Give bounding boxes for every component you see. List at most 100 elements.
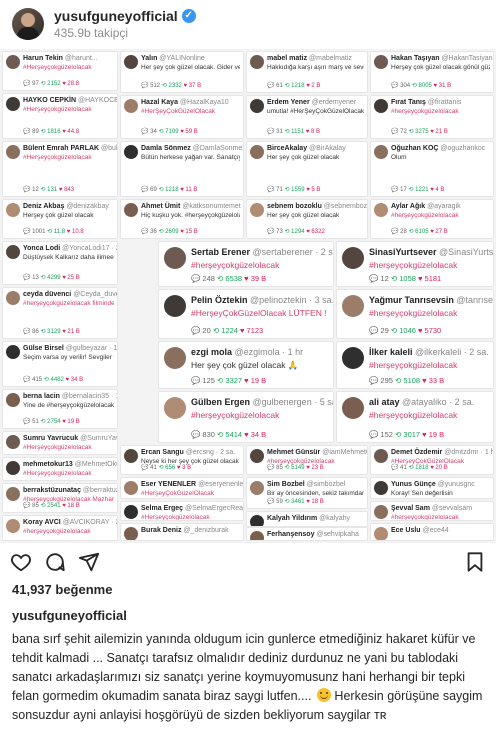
caption: bana sırf şehit ailemizin yanında oldugu… xyxy=(12,630,486,725)
tweet-avatar xyxy=(6,393,20,407)
tweet-avatar xyxy=(374,145,388,159)
tweet-stats: 💬 97 ⟲ 2152 ♥ 28.8 xyxy=(23,81,80,87)
tweet-author: ezgi mola @ezgimola · 1 hr xyxy=(191,347,304,357)
tweet-avatar xyxy=(6,245,20,259)
tweet-text: Koray! Sen değerlisin xyxy=(391,490,453,497)
tweet-stats: 💬 512 ⟲ 2332 ♥ 37 B xyxy=(141,83,202,89)
post-image[interactable]: Harun Tekin @harunt... #Herşeyçokgüzelola… xyxy=(0,49,496,543)
tweet-avatar xyxy=(6,487,20,501)
tweet-author: Harun Tekin @harunt... xyxy=(23,55,98,62)
tweet-avatar xyxy=(250,481,264,495)
tweet-author: ceyda düvenci @Ceyda_duvenci xyxy=(23,291,117,298)
tweet-stats: 💬 73 ⟲ 1294 ♥ 6322 xyxy=(267,229,325,235)
share-icon[interactable] xyxy=(78,551,100,573)
tweet-author: ali atay @atayaliko · 2 sa. xyxy=(369,397,475,407)
tweet-avatar xyxy=(250,55,264,69)
tweet-author: Şevval Sam @sevvalsam xyxy=(391,505,473,512)
tweet-handle: @bernalacin35 · 1 hr xyxy=(61,393,117,400)
tweet-card: mabel matiz @mabelmatiz Hakkıdığa karşı a… xyxy=(246,51,368,93)
tweet-text: #herşeyçokgüzelolacak xyxy=(391,212,459,219)
tweet-stats: 💬 304 ⟲ 8005 ♥ 31 B xyxy=(391,83,452,89)
avatar[interactable] xyxy=(12,8,44,40)
tweet-stats: 💬 17 ⟲ 1221 ♥ 4 B xyxy=(391,187,445,193)
tweet-stats: 💬 59 ⟲ 3461 ♥ 18 B xyxy=(267,499,324,505)
tweet-stats: 💬 41 ⟲ 1818 ♥ 20 B xyxy=(391,465,448,471)
tweet-card: Ercan Sangu @ercsng · 2 sa. Neyse ki her … xyxy=(120,445,244,475)
tweet-card: Damla Sönmez @DamlaSonmez Bütün herkese y… xyxy=(120,141,244,197)
tweet-handle: @harunt... xyxy=(64,55,98,62)
tweet-handle: @AVCIKORAY · 2 sa. xyxy=(62,519,117,526)
tweet-author: Eser YENENLER @eseryenenler xyxy=(141,481,244,488)
tweet-avatar xyxy=(374,203,388,217)
tweet-handle: @ece44 xyxy=(422,527,449,534)
tweet-card: Yağmur Tanrısevsin @tanrısevsin · 2 sa. #… xyxy=(336,289,494,339)
tweet-card: Gülse Birsel @gulbeyazar · 1 hr Seçim var… xyxy=(2,341,118,387)
tweet-card: Erdem Yener @erdemyener umutla! #HerŞeyÇo… xyxy=(246,95,368,139)
heart-icon[interactable] xyxy=(10,551,32,573)
tweet-author: Pelin Öztekin @pelinoztekin · 3 sa. xyxy=(191,295,334,305)
tweet-stats: 💬 12 ⟲ 131 ♥ 843 xyxy=(23,187,75,193)
post-header: yusufguneyofficial ✓ 435.9b takipçi xyxy=(0,0,496,48)
tweet-avatar xyxy=(124,505,138,519)
tweet-author: BirceAkalay @BirAkalay xyxy=(267,145,346,152)
tweet-card: Aylar Ağık @ayaragik #herşeyçokgüzelolaca… xyxy=(370,199,494,239)
tweet-card: sebnem bozoklu @sebnembozoklu Her şey çok… xyxy=(246,199,368,239)
tweet-text: Düştüysek Kalkarız daha ilimeeli yal xyxy=(23,254,114,261)
tweet-avatar xyxy=(164,347,186,369)
bookmark-icon[interactable] xyxy=(464,551,486,573)
tweet-card: Yonca Lodi @YoncaLodi17 · 2 sa. Düştüysek… xyxy=(2,241,118,285)
tweet-avatar xyxy=(250,99,264,113)
tweet-text: Her şey çok güzel olacak 🙏 xyxy=(191,360,299,370)
tweet-stats: 💬 85 ⟲ 5149 ♥ 23 B xyxy=(267,465,324,471)
tweet-card: Burak Deniz @_denizburak xyxy=(120,523,244,541)
tweet-avatar xyxy=(250,449,264,463)
tweet-text: #Herşeyçokgüzelolacak xyxy=(23,64,92,71)
tweet-author: sebnem bozoklu @sebnembozoklu xyxy=(267,203,367,210)
tweet-text: #herşeyçokgüzelolacak xyxy=(23,528,91,535)
tweet-handle: @pelinoztekin · 3 sa. xyxy=(250,295,334,305)
tweet-author: Koray AVCI @AVCIKORAY · 2 sa. xyxy=(23,519,117,526)
tweet-card: İlker kaleli @ilkerkaleli · 2 sa. #herşey… xyxy=(336,341,494,389)
tweet-text: #Herşeyçokgüzelolacak xyxy=(23,106,92,113)
tweet-text: Hiç kuşku yok. #herşeyçokgüzelolacak xyxy=(141,212,240,219)
comment-icon[interactable] xyxy=(44,551,66,573)
tweet-handle: @HazalKaya10 xyxy=(179,99,229,106)
tweet-handle: @sehvipkaha xyxy=(316,531,359,538)
tweet-text: #herşeyçokgüzelolacak xyxy=(369,360,458,370)
tweet-handle: @_denizburak xyxy=(183,527,229,534)
tweet-avatar xyxy=(342,247,364,269)
caption-username[interactable]: yusufguneyofficial xyxy=(12,608,127,623)
tweet-text: Bir ay öncesinden, sekiz takımdan ve ken… xyxy=(267,490,364,497)
tweet-card: Mehmet Günsür @iamMehmetGunsur#herşeyçok… xyxy=(246,445,368,475)
tweet-handle: @YALINonline xyxy=(159,55,205,62)
tweet-handle: @sevvalsam xyxy=(431,505,473,512)
tweet-text: #Herşeyçokgüzelolacak xyxy=(23,444,92,451)
tweet-card: Yalın @YALINonline Her şey çok güzel olac… xyxy=(120,51,244,93)
tweet-handle: @eseryenenler xyxy=(198,481,244,488)
tweet-stats: 💬 51 ⟲ 2754 ♥ 19 B xyxy=(23,419,80,425)
tweet-author: Ercan Sangu @ercsng · 2 sa. xyxy=(141,449,236,456)
tweet-avatar xyxy=(250,515,264,526)
tweet-handle: @erdemyener xyxy=(311,99,357,106)
tweet-card: Bülent Emrah PARLAK @bulenemrah #Herşeyço… xyxy=(2,141,118,197)
tweet-author: Deniz Akbaş @denizakbay xyxy=(23,203,109,210)
tweet-avatar xyxy=(6,435,20,449)
tweet-card: Sim Bozbel @simbozbel Bir ay öncesinden, … xyxy=(246,477,368,509)
tweet-avatar xyxy=(374,481,388,495)
tweet-avatar xyxy=(6,145,20,159)
tweet-avatar xyxy=(250,203,264,217)
tweet-author: Erdem Yener @erdemyener xyxy=(267,99,357,106)
tweet-stats: 💬 830 ⟲ 5414 ♥ 34 B xyxy=(191,430,267,439)
tweet-avatar xyxy=(124,99,138,113)
tweet-author: Sertab Erener @sertaberener · 2 sa. xyxy=(191,247,333,257)
tweet-avatar xyxy=(6,203,20,217)
tweet-stats: 💬 20 ⟲ 1224 ♥ 7123 xyxy=(191,326,264,335)
username[interactable]: yusufguneyofficial xyxy=(54,8,178,24)
tweet-avatar xyxy=(342,295,364,317)
tweet-card: Ferhanşensoy @sehvipkaha xyxy=(246,527,368,541)
like-count[interactable]: 41,937 beğenme xyxy=(12,582,112,597)
tweet-author: mabel matiz @mabelmatiz xyxy=(267,55,352,62)
tweet-handle: @yunusgnc xyxy=(437,481,475,488)
tweet-handle: @berraktuzu xyxy=(82,487,117,494)
tweet-card: Ece Uslu @ece44 xyxy=(370,523,494,541)
